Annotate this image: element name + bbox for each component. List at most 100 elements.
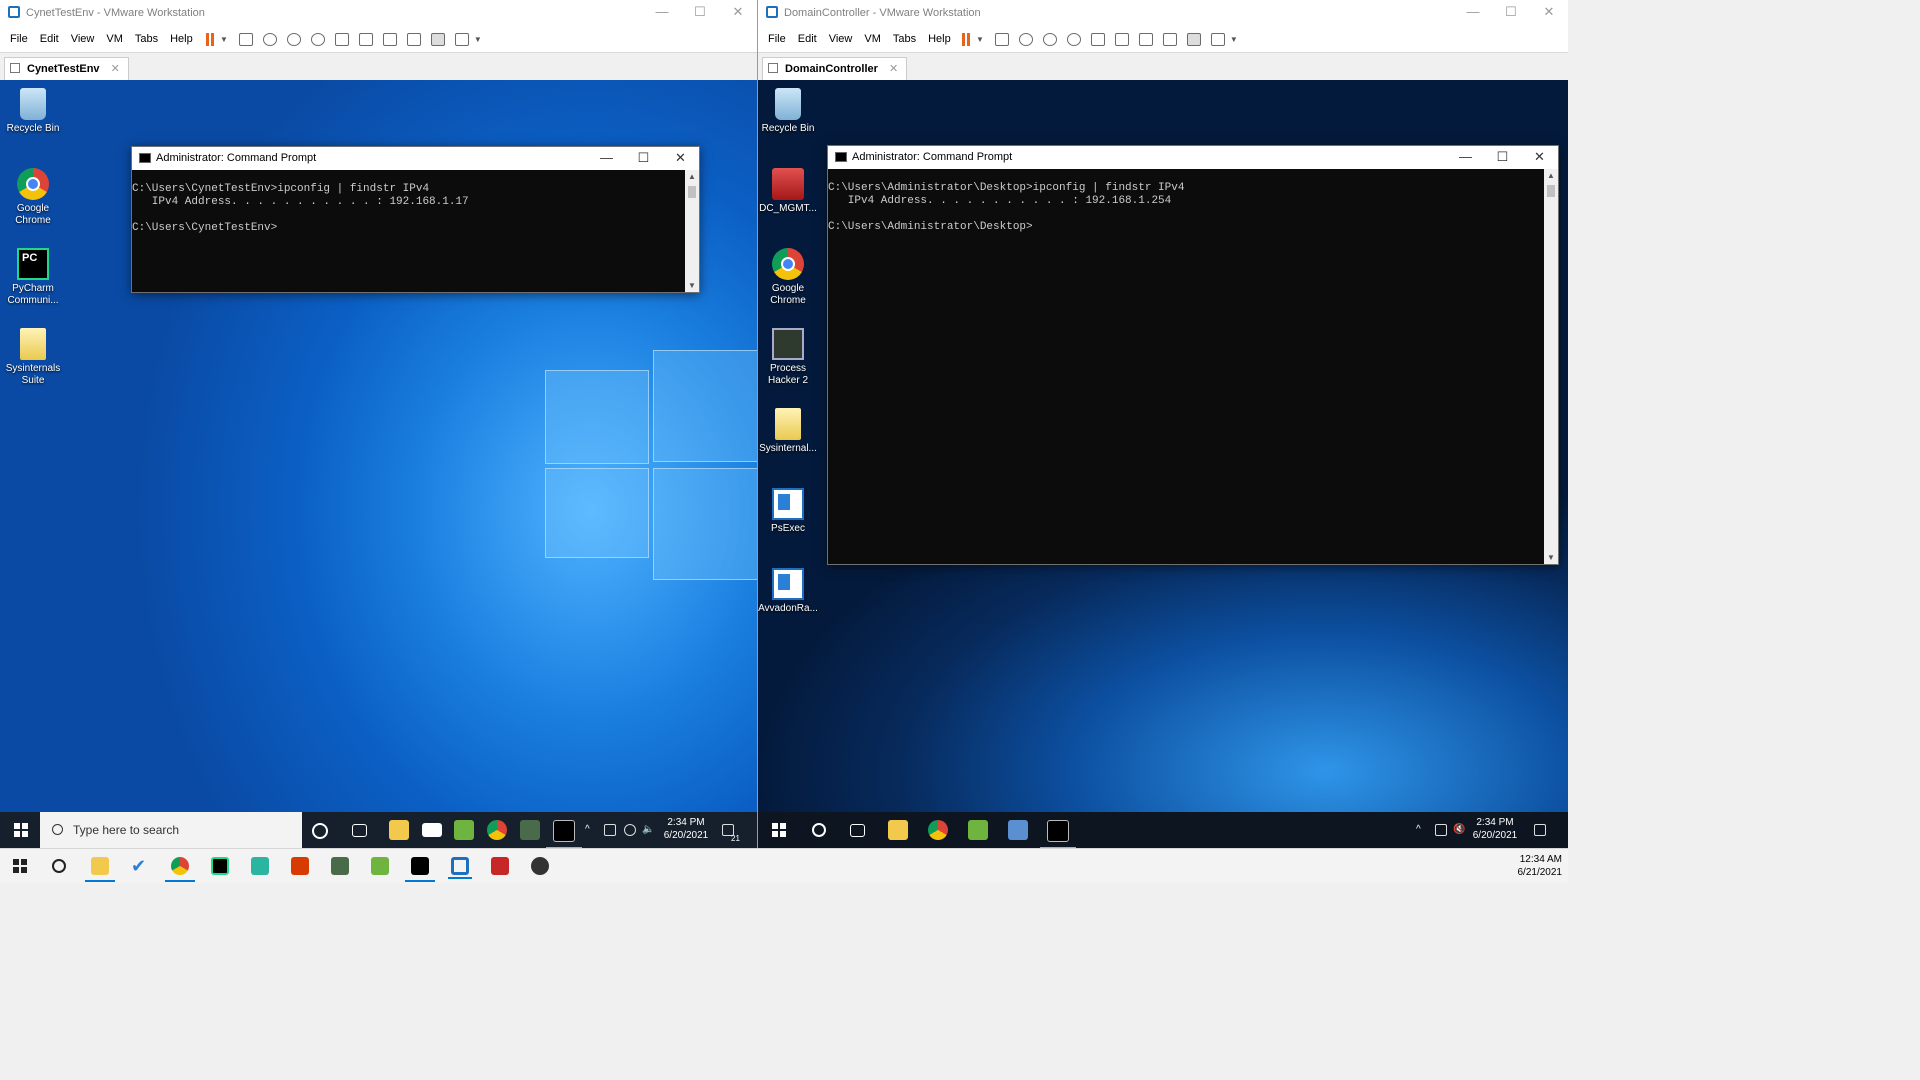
scroll-up-icon[interactable]: ▲ (685, 172, 699, 181)
console-view-icon[interactable] (430, 32, 445, 46)
guest-desktop[interactable]: Recycle Bin DC_MGMT... Google Chrome Pro… (758, 80, 1568, 848)
revert-snapshot-icon[interactable] (1042, 32, 1057, 46)
send-ctrl-alt-del-icon[interactable] (994, 32, 1009, 46)
windows-start-icon[interactable] (13, 859, 27, 873)
close-tab-icon[interactable]: ✕ (889, 63, 898, 75)
menu-edit[interactable]: Edit (792, 26, 823, 52)
menu-view[interactable]: View (65, 26, 101, 52)
obs-icon[interactable] (531, 857, 549, 875)
chrome-icon[interactable] (487, 820, 507, 840)
cortana-icon[interactable] (312, 823, 328, 839)
desktop-icon-recycle-bin[interactable]: Recycle Bin (758, 88, 818, 135)
notification-center-icon[interactable] (1534, 824, 1546, 836)
stretch-guest-icon[interactable] (454, 32, 469, 46)
desktop-icon-google-chrome[interactable]: Google Chrome (758, 248, 818, 307)
snapshot-manager-icon[interactable] (310, 32, 325, 46)
unity-icon[interactable] (406, 32, 421, 46)
taskbar-search-box[interactable]: Type here to search (40, 812, 302, 848)
server-manager-icon[interactable] (1008, 820, 1028, 840)
close-button[interactable]: ✕ (1530, 0, 1568, 26)
network-globe-icon[interactable] (624, 824, 636, 836)
thumbnail-bar-icon[interactable] (1114, 32, 1129, 46)
shield-app-icon[interactable] (491, 857, 509, 875)
process-hacker-icon[interactable] (331, 857, 349, 875)
chrome-icon[interactable] (928, 820, 948, 840)
desktop-icon-sysinternals-suite[interactable]: Sysinternals Suite (3, 328, 63, 387)
menu-vm[interactable]: VM (100, 26, 129, 52)
mail-icon[interactable] (422, 823, 442, 837)
guest-desktop[interactable]: Recycle Bin Google Chrome PC PyCharm Com… (0, 80, 757, 848)
guest-clock[interactable]: 2:34 PM 6/20/2021 (1470, 816, 1520, 842)
cmd-title-bar[interactable]: Administrator: Command Prompt — ☐ ✕ (828, 146, 1558, 169)
menu-edit[interactable]: Edit (34, 26, 65, 52)
snapshot-manager-icon[interactable] (1066, 32, 1081, 46)
process-hacker-icon[interactable] (520, 820, 540, 840)
desktop-icon-dc-mgmt[interactable]: DC_MGMT... (758, 168, 818, 215)
cmd-close-button[interactable]: ✕ (1521, 146, 1558, 168)
close-tab-icon[interactable]: ✕ (111, 63, 120, 75)
menu-file[interactable]: File (4, 26, 34, 52)
snapshot-icon[interactable] (262, 32, 277, 46)
host-clock[interactable]: 12:34 AM 6/21/2021 (1518, 853, 1563, 879)
guest-clock[interactable]: 2:34 PM 6/20/2021 (662, 816, 710, 842)
menu-tabs[interactable]: Tabs (887, 26, 922, 52)
chevron-down-icon[interactable]: ▼ (474, 35, 482, 44)
cmd-maximize-button[interactable]: ☐ (1484, 146, 1521, 168)
notepad-plus-icon[interactable] (454, 820, 474, 840)
chevron-down-icon[interactable]: ▼ (220, 35, 228, 44)
menu-tabs[interactable]: Tabs (129, 26, 164, 52)
command-prompt-window[interactable]: Administrator: Command Prompt — ☐ ✕ C:\U… (827, 145, 1559, 565)
scroll-down-icon[interactable]: ▼ (1544, 553, 1558, 562)
menu-view[interactable]: View (823, 26, 859, 52)
cmd-scrollbar[interactable]: ▲ ▼ (685, 170, 699, 292)
scroll-down-icon[interactable]: ▼ (685, 281, 699, 290)
scroll-up-icon[interactable]: ▲ (1544, 171, 1558, 180)
desktop-icon-pycharm[interactable]: PC PyCharm Communi... (3, 248, 63, 307)
windows-start-icon[interactable] (14, 823, 28, 837)
notepad-plus-icon[interactable] (371, 857, 389, 875)
suspend-icon[interactable] (205, 32, 215, 46)
cmd-minimize-button[interactable]: — (588, 147, 625, 169)
menu-vm[interactable]: VM (858, 26, 887, 52)
chrome-icon[interactable] (165, 857, 195, 882)
thumbnail-bar-icon[interactable] (358, 32, 373, 46)
cmd-scrollbar[interactable]: ▲ ▼ (1544, 169, 1558, 564)
scroll-thumb[interactable] (1547, 185, 1555, 197)
minimize-button[interactable]: — (643, 0, 681, 26)
file-explorer-icon[interactable] (85, 857, 115, 882)
cmd-minimize-button[interactable]: — (1447, 146, 1484, 168)
full-screen-icon[interactable] (382, 32, 397, 46)
show-hidden-icons-icon[interactable]: ^ (1416, 823, 1421, 836)
desktop-icon-google-chrome[interactable]: Google Chrome (3, 168, 63, 227)
desktop-icon-avvadonra[interactable]: AvvadonRa... (758, 568, 818, 615)
tab-domaincontroller[interactable]: DomainController ✕ (762, 57, 908, 80)
desktop-icon-process-hacker[interactable]: Process Hacker 2 (758, 328, 818, 387)
cortana-icon[interactable] (52, 859, 66, 873)
vmware-icon[interactable] (448, 857, 472, 879)
network-icon[interactable] (1435, 824, 1447, 836)
unity-icon[interactable] (1162, 32, 1177, 46)
cmd-console-output[interactable]: C:\Users\Administrator\Desktop>ipconfig … (828, 169, 1544, 564)
close-button[interactable]: ✕ (719, 0, 757, 26)
menu-help[interactable]: Help (922, 26, 957, 52)
checkmark-app-icon[interactable]: ✔ (131, 857, 149, 875)
desktop-icon-recycle-bin[interactable]: Recycle Bin (3, 88, 63, 135)
full-screen-icon[interactable] (1138, 32, 1153, 46)
command-prompt-icon[interactable] (405, 857, 435, 882)
menu-help[interactable]: Help (164, 26, 199, 52)
green-app-icon[interactable] (251, 857, 269, 875)
task-view-icon[interactable] (850, 824, 865, 837)
task-view-icon[interactable] (352, 824, 367, 837)
show-library-icon[interactable] (1090, 32, 1105, 46)
tab-cynettestenv[interactable]: CynetTestEnv ✕ (4, 57, 129, 80)
menu-file[interactable]: File (762, 26, 792, 52)
chevron-down-icon[interactable]: ▼ (976, 35, 984, 44)
chevron-down-icon[interactable]: ▼ (1230, 35, 1238, 44)
stretch-guest-icon[interactable] (1210, 32, 1225, 46)
snapshot-icon[interactable] (1018, 32, 1033, 46)
minimize-button[interactable]: — (1454, 0, 1492, 26)
show-hidden-icons-icon[interactable]: ^ (585, 823, 590, 836)
cmd-console-output[interactable]: C:\Users\CynetTestEnv>ipconfig | findstr… (132, 170, 685, 292)
cmd-title-bar[interactable]: Administrator: Command Prompt — ☐ ✕ (132, 147, 699, 170)
file-explorer-icon[interactable] (888, 820, 908, 840)
